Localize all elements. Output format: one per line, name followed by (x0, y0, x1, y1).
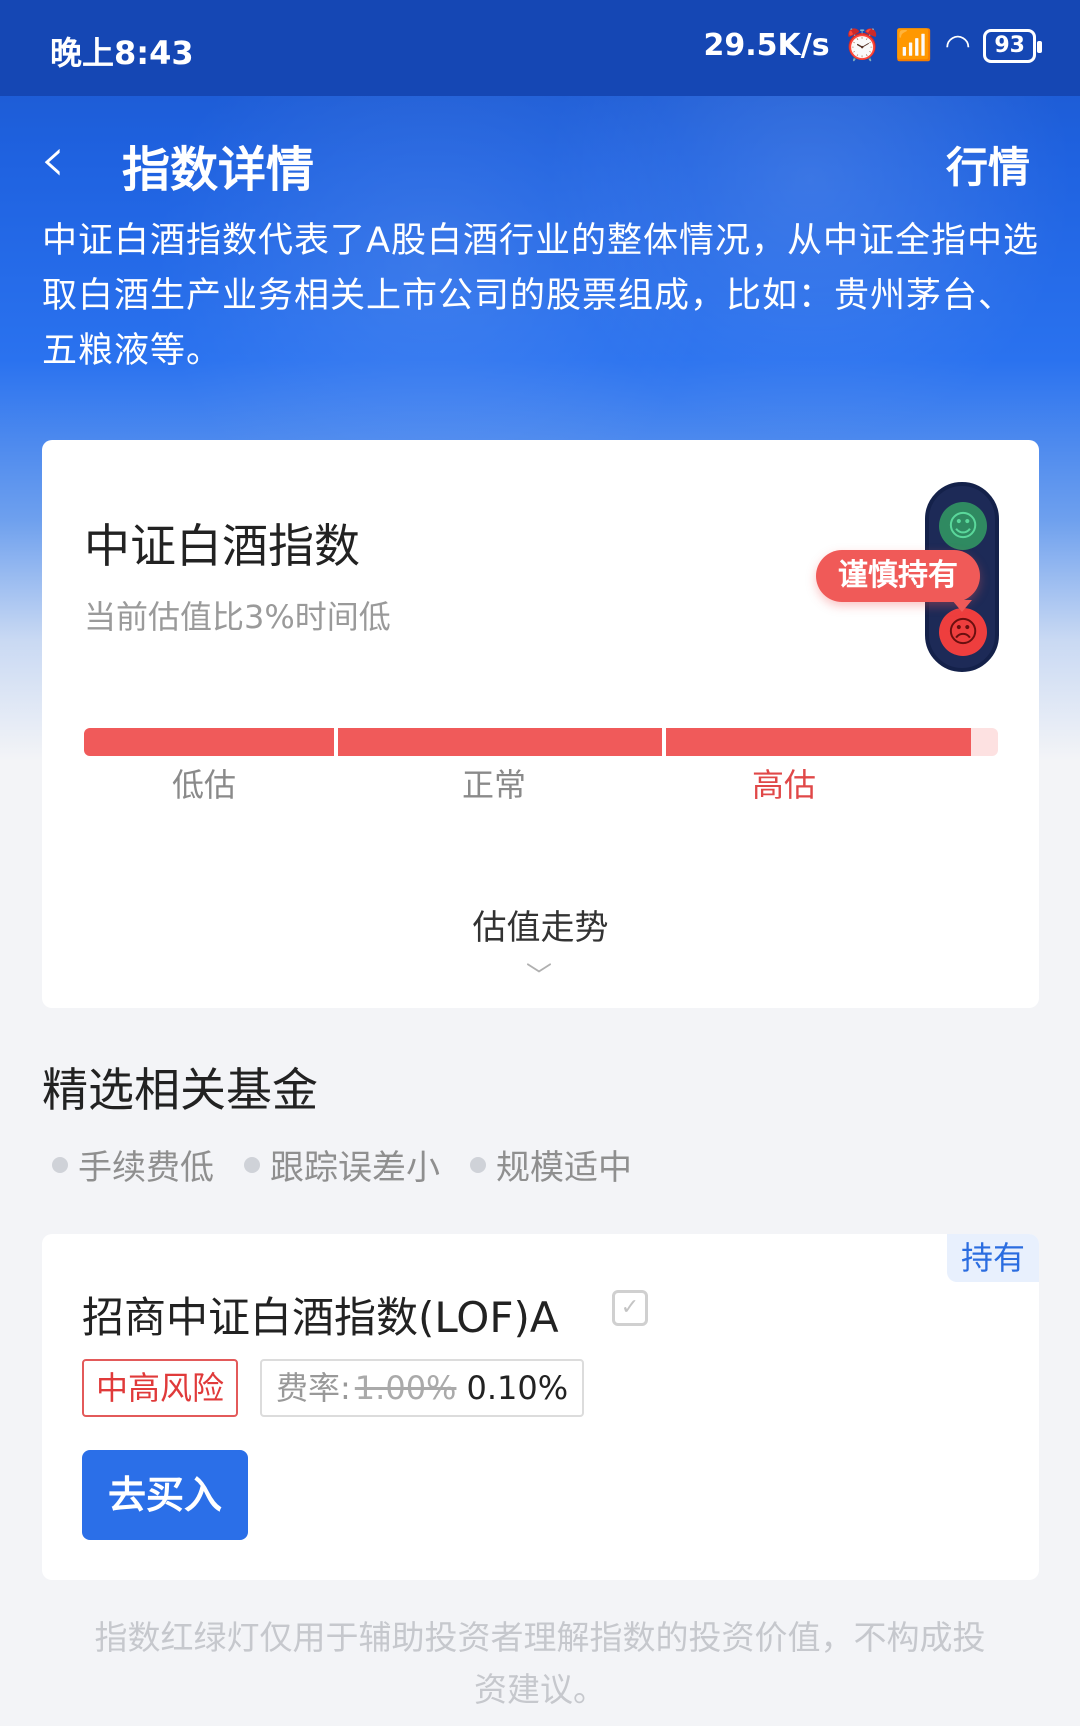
dot-icon (470, 1156, 486, 1173)
status-bar: 晚上8:43 29.5K/s ⏰ 📶 ◠ 93 (0, 0, 1080, 96)
valuation-subtitle: 当前估值比3%时间低 (84, 598, 391, 636)
hd-signal-icon: 📶 (894, 28, 933, 63)
gauge-label-low: 低估 (171, 766, 236, 804)
dot-icon (52, 1156, 68, 1173)
valuation-card: 中证白酒指数 当前估值比3%时间低 ☺ ☹ 谨慎持有 低估 正常 高估 估值走势… (42, 440, 1039, 1008)
smile-face-icon: ☺ (939, 502, 987, 550)
tag-label: 跟踪误差小 (270, 1148, 440, 1188)
hold-badge: 持有 (946, 1234, 1039, 1282)
wifi-icon: ◠ (946, 28, 970, 63)
nav-bar: ‹ 指数详情 行情 (0, 120, 1080, 200)
tag-item: 规模适中 (470, 1140, 632, 1189)
section-title: 精选相关基金 (42, 1063, 318, 1117)
index-description: 中证白酒指数代表了A股白酒行业的整体情况，从中证全指中选取白酒生产业务相关上市公… (42, 221, 1039, 371)
disclaimer: 指数红绿灯仅用于辅助投资者理解指数的投资价值，不构成投资建议。 (94, 1618, 986, 1709)
risk-badge: 中高风险 (82, 1359, 239, 1417)
tag-label: 手续费低 (78, 1148, 214, 1188)
angry-face-icon: ☹ (939, 608, 987, 656)
tag-item: 跟踪误差小 (244, 1140, 440, 1189)
fee-new: 0.10% (466, 1369, 569, 1407)
battery-icon: 93 (983, 28, 1042, 63)
page-title: 指数详情 (122, 142, 315, 198)
fund-tags: 手续费低 跟踪误差小 规模适中 (52, 1140, 632, 1189)
fund-name[interactable]: 招商中证白酒指数(LOF)A (82, 1284, 559, 1345)
status-right: 29.5K/s ⏰ 📶 ◠ 93 (703, 28, 1042, 63)
tag-label: 规模适中 (496, 1148, 632, 1188)
alarm-icon: ⏰ (843, 28, 881, 63)
market-link[interactable]: 行情 (946, 134, 1030, 195)
tag-item: 手续费低 (52, 1140, 214, 1189)
check-icon[interactable]: ✓ (612, 1290, 648, 1326)
fee-label: 费率: (276, 1369, 351, 1407)
dot-icon (244, 1156, 260, 1173)
fee-old: 1.00% (354, 1369, 457, 1407)
gauge-divider (662, 728, 666, 756)
valuation-trend-toggle[interactable]: 估值走势 (42, 900, 1039, 949)
signal-bubble: 谨慎持有 (816, 550, 980, 612)
buy-button[interactable]: 去买入 (82, 1450, 248, 1540)
network-speed: 29.5K/s (703, 28, 830, 63)
status-time: 晚上8:43 (50, 34, 194, 72)
gauge-fill (84, 728, 971, 756)
chevron-left-icon[interactable]: ‹ (40, 128, 66, 192)
gauge-divider (334, 728, 338, 756)
fund-card[interactable]: 持有 招商中证白酒指数(LOF)A ✓ 中高风险 费率: 1.00% 0.10% 去… (42, 1234, 1039, 1580)
index-name: 中证白酒指数 (84, 519, 360, 573)
gauge-label-high: 高估 (751, 766, 816, 804)
fee-badge: 费率: 1.00% 0.10% (260, 1359, 585, 1417)
gauge-label-normal: 正常 (461, 766, 526, 804)
chevron-down-icon[interactable]: ﹀ (526, 956, 552, 993)
valuation-gauge (84, 728, 998, 756)
